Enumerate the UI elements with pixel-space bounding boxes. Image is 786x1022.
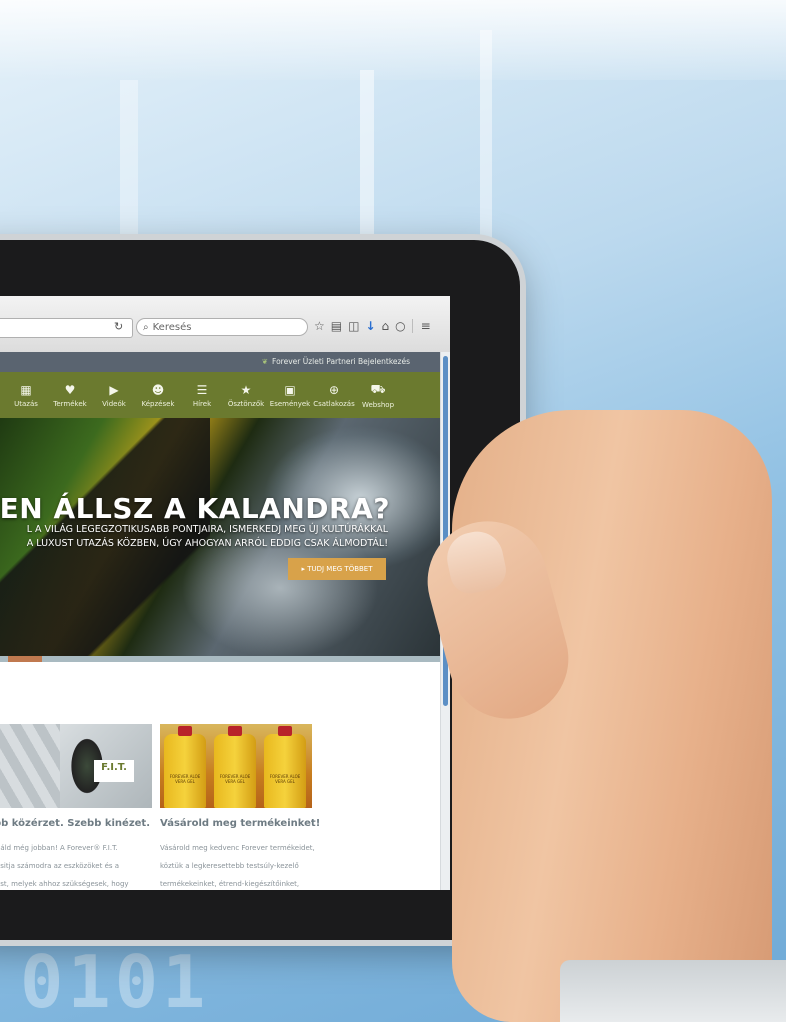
nav-item-videok[interactable]: ▶ Videók [92,383,136,408]
nav-label: Események [269,399,311,408]
hero-subtitle-2: A LUXUST UTAZÁS KÖZBEN, ÚGY AHOGYAN ARRÓ… [26,538,388,549]
bottle-cap [228,726,242,736]
bottle-label: FOREVER ALOE VERA GEL [269,774,301,784]
bottle-label: FOREVER ALOE VERA GEL [219,774,251,784]
partner-topbar: ❦ Forever Üzleti Partneri Bejelentkezés [0,352,450,372]
nav-item-hirek[interactable]: ☰ Hírek [180,383,224,408]
products-card-text: Vásárold meg kedvenc Forever termékeidet… [160,844,315,852]
nav-label: Videók [102,399,126,408]
fit-card-text: náld még jobban! A Forever® F.I.T. [0,844,118,852]
leaf-icon: ❦ [261,357,269,366]
map-icon: ▦ [20,382,32,397]
bottle-cap [178,726,192,736]
nav-label: Webshop [361,400,395,409]
hero-banner: KÉSZEN ÁLLSZ A KALANDRA? L A VILÁG LEGEG… [0,418,440,656]
nav-label: Ösztönzők [227,399,265,408]
learn-more-button[interactable]: ▸ TUDJ MEG TÖBBET [288,558,386,580]
fit-logo: F.I.T. [94,760,134,782]
fit-card-image[interactable]: F.I.T. [0,724,152,808]
main-nav: ▦ Utazás ♥ Termékek ▶ Videók ☻ Képzések ☰ Hír… [0,372,450,418]
aloe-bottle: FOREVER ALOE VERA GEL [264,726,306,808]
chat-icon[interactable]: ○ [395,319,405,333]
partner-login-link[interactable]: Forever Üzleti Partneri Bejelentkezés [272,357,410,366]
slider-indicator [0,656,440,662]
nav-item-kepzesek[interactable]: ☻ Képzések [136,383,180,408]
list-icon: ☰ [196,382,208,397]
shirt-sleeve [560,960,786,1022]
window-beam [360,70,374,260]
nav-label: Utazás [14,399,38,408]
search-input[interactable]: ⌕ Keresés [136,318,308,336]
nav-item-utazas[interactable]: ▦ Utazás [4,383,48,408]
fit-card-title[interactable]: bb közérzet. Szebb kinézet. [0,818,150,829]
products-card-image[interactable]: FOREVER ALOE VERA GEL FOREVER ALOE VERA … [160,724,312,808]
fit-card-text: ást, melyek ahhoz szükségesek, hogy [0,880,129,888]
toolbar-icons: ☆ ▤ ◫ ↓ ⌂ ○ ≡ [314,316,431,336]
aloe-bottle: FOREVER ALOE VERA GEL [164,726,206,808]
nav-label: Termékek [53,399,87,408]
products-card-text: köztük a legkeresettebb testsúly-kezelő [160,862,299,870]
nav-label: Hírek [192,399,212,408]
basket-icon: ⛟ [370,381,386,396]
reload-icon[interactable]: ↻ [114,320,123,333]
hero-title: KÉSZEN ÁLLSZ A KALANDRA? [0,492,390,525]
nav-label: Képzések [141,399,175,408]
nav-item-termekek[interactable]: ♥ Termékek [48,383,92,408]
bottle-cap [278,726,292,736]
play-icon: ▶ [109,382,119,397]
nav-item-webshop[interactable]: ⛟ Webshop [356,382,400,409]
triangle-pattern [0,724,60,808]
aloe-bottle: FOREVER ALOE VERA GEL [214,726,256,808]
bookmark-star-icon[interactable]: ☆ [314,319,325,333]
star-icon: ★ [240,382,252,397]
products-card-text: termékekeinket, étrend-kiegészítőinket, [160,880,300,888]
search-icon: ⌕ [143,322,149,333]
slider-active-dot[interactable] [8,656,42,662]
hero-diagonal-shape [0,418,210,656]
products-card-title[interactable]: Vásárold meg termékeinket! [160,818,320,829]
nav-item-osztonzok[interactable]: ★ Ösztönzők [224,383,268,408]
download-icon[interactable]: ↓ [365,319,375,333]
photo-scene: 0101 ↻ ⌕ Keresés ☆ ▤ ◫ ↓ ⌂ ○ ≡ ❦ Forever Ü… [0,0,786,1022]
nav-item-csatlakozas[interactable]: ⊕ Csatlakozás [312,383,356,408]
fit-card-text: ositja számodra az eszközöket és a [0,862,120,870]
tablet-screen: ↻ ⌕ Keresés ☆ ▤ ◫ ↓ ⌂ ○ ≡ ❦ Forever Üzleti… [0,296,450,890]
binary-watermark: 0101 [20,940,210,1022]
hero-subtitle-1: L A VILÁG LEGEGZOTIKUSABB PONTJAIRA, ISM… [26,524,388,535]
home-icon[interactable]: ⌂ [382,319,390,333]
menu-icon[interactable]: ≡ [411,319,431,333]
ceiling-light [0,0,786,80]
pocket-icon[interactable]: ◫ [348,319,359,333]
nav-label: Csatlakozás [313,399,355,408]
plus-circle-icon: ⊕ [328,382,340,397]
window-beam [120,80,138,260]
bottle-label: FOREVER ALOE VERA GEL [169,774,201,784]
briefcase-icon: ▣ [284,382,296,397]
browser-toolbar: ↻ ⌕ Keresés ☆ ▤ ◫ ↓ ⌂ ○ ≡ [0,296,450,353]
heart-icon: ♥ [64,382,76,397]
search-placeholder: Keresés [152,322,192,333]
nav-item-esemenyek[interactable]: ▣ Események [268,383,312,408]
users-icon: ☻ [151,382,165,397]
reading-list-icon[interactable]: ▤ [331,319,342,333]
url-bar[interactable]: ↻ [0,318,133,338]
